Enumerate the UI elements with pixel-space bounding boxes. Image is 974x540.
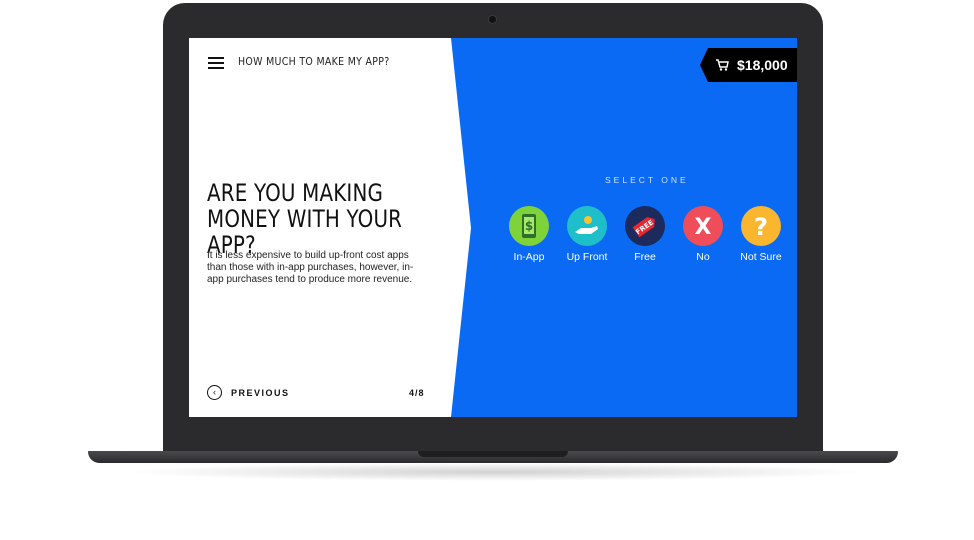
option-label: No	[696, 251, 710, 263]
option-label: Free	[634, 251, 656, 263]
webcam	[489, 16, 496, 23]
question-icon: ?	[741, 206, 781, 246]
hand-coin-icon	[567, 206, 607, 246]
option-in-app[interactable]: $ In-App	[499, 206, 559, 263]
option-not-sure[interactable]: ? Not Sure	[731, 206, 791, 263]
option-label: Up Front	[566, 251, 608, 263]
question-glyph: ?	[754, 213, 768, 241]
svg-text:$: $	[525, 219, 533, 233]
laptop-notch	[418, 451, 568, 457]
select-prompt: SELECT ONE	[605, 175, 689, 185]
x-glyph: X	[695, 215, 712, 240]
phone-dollar-icon: $	[509, 206, 549, 246]
option-free[interactable]: FREE Free	[615, 206, 675, 263]
price-badge: $18,000	[700, 48, 797, 82]
option-label: Not Sure	[740, 251, 782, 263]
laptop-shadow	[120, 463, 870, 481]
app-title: HOW MUCH TO MAKE MY APP?	[238, 56, 390, 68]
option-label: In-App	[513, 251, 545, 263]
app-screen: HOW MUCH TO MAKE MY APP? ARE YOU MAKING …	[189, 38, 797, 417]
option-no[interactable]: X No	[673, 206, 733, 263]
free-tag-icon: FREE	[625, 206, 665, 246]
x-icon: X	[683, 206, 723, 246]
question-description: It is less expensive to build up-front c…	[207, 250, 414, 285]
option-up-front[interactable]: Up Front	[557, 206, 617, 263]
cart-icon	[716, 59, 729, 71]
chevron-left-icon: ‹	[207, 385, 222, 400]
previous-label: PREVIOUS	[231, 387, 290, 398]
price-value: $18,000	[737, 57, 788, 73]
previous-button[interactable]: ‹ PREVIOUS	[207, 385, 290, 400]
hamburger-menu-icon[interactable]	[208, 57, 224, 69]
question-heading: ARE YOU MAKING MONEY WITH YOUR APP?	[207, 179, 403, 259]
step-counter: 4/8	[409, 388, 425, 398]
